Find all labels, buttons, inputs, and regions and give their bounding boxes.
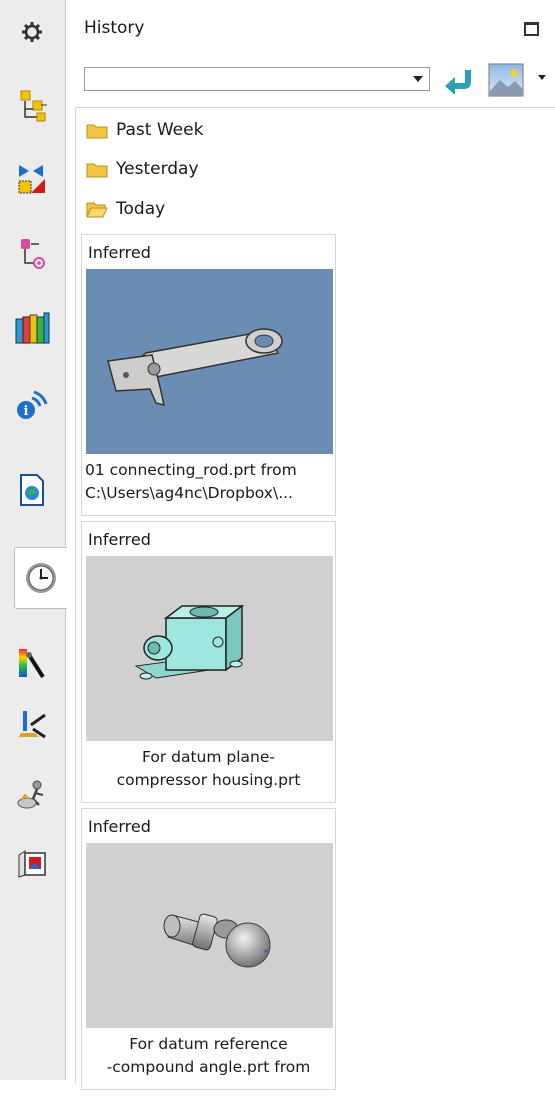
item-tag: Inferred <box>88 817 151 836</box>
back-arrow-icon[interactable] <box>442 68 474 95</box>
item-caption: For datum reference -compound angle.prt … <box>85 1033 332 1079</box>
folder-icon <box>86 163 108 178</box>
history-item-connecting-rod[interactable]: Inferred 01 connecting_rod.prt from C:\U… <box>81 234 336 516</box>
history-filter-dropdown[interactable] <box>84 67 430 91</box>
item-caption-line: 01 connecting_rod.prt from <box>85 461 297 479</box>
folder-today[interactable]: Today <box>86 197 165 221</box>
part-thumbnail <box>86 269 333 454</box>
gear-icon[interactable] <box>10 10 54 54</box>
image-type-icon[interactable] <box>488 62 524 98</box>
constraint-navigator-icon[interactable] <box>10 158 54 202</box>
svg-text:i: i <box>24 404 29 419</box>
history-item-compound-angle[interactable]: Inferred For datum reference -compound a… <box>81 808 336 1090</box>
reuse-library-icon[interactable] <box>10 306 54 350</box>
item-caption-line: compressor housing.prt <box>116 771 301 789</box>
folder-label: Past Week <box>116 120 204 140</box>
history-icon <box>26 563 56 593</box>
process-studio-icon[interactable] <box>10 640 54 684</box>
item-tag: Inferred <box>88 243 151 262</box>
roles-icon[interactable] <box>10 772 54 816</box>
folder-yesterday[interactable]: Yesterday <box>86 157 199 181</box>
item-caption: For datum plane- compressor housing.prt <box>85 746 332 792</box>
manufacturing-wizard-icon[interactable] <box>10 702 54 746</box>
item-caption-line: For datum reference <box>129 1035 288 1053</box>
item-tag: Inferred <box>88 530 151 549</box>
image-type-chevron-icon[interactable] <box>538 75 546 80</box>
item-caption-line: C:\Users\ag4nc\Dropbox\... <box>85 484 293 502</box>
panel-title: History <box>84 18 145 38</box>
part-navigator-icon[interactable] <box>10 232 54 276</box>
item-caption: 01 connecting_rod.prt from C:\Users\ag4n… <box>85 459 332 505</box>
web-browser-icon[interactable] <box>10 468 54 512</box>
assembly-navigator-icon[interactable] <box>10 84 54 128</box>
history-item-compressor-housing[interactable]: Inferred For datum plane- compressor hou… <box>81 521 336 803</box>
folder-label: Yesterday <box>116 159 199 179</box>
folder-open-icon <box>86 202 108 218</box>
system-scenes-icon[interactable] <box>10 842 54 886</box>
hd3d-tools-icon[interactable]: i <box>10 382 54 426</box>
history-tab[interactable] <box>14 547 67 609</box>
folder-past-week[interactable]: Past Week <box>86 118 203 142</box>
part-thumbnail <box>86 556 333 741</box>
resource-bar: i <box>0 0 67 1080</box>
item-caption-line: -compound angle.prt from <box>106 1058 311 1076</box>
folder-label: Today <box>116 199 166 219</box>
folder-icon <box>86 124 108 139</box>
chevron-down-icon <box>413 76 423 82</box>
part-thumbnail <box>86 843 333 1028</box>
maximize-icon[interactable] <box>524 22 539 36</box>
item-caption-line: For datum plane- <box>141 748 275 766</box>
